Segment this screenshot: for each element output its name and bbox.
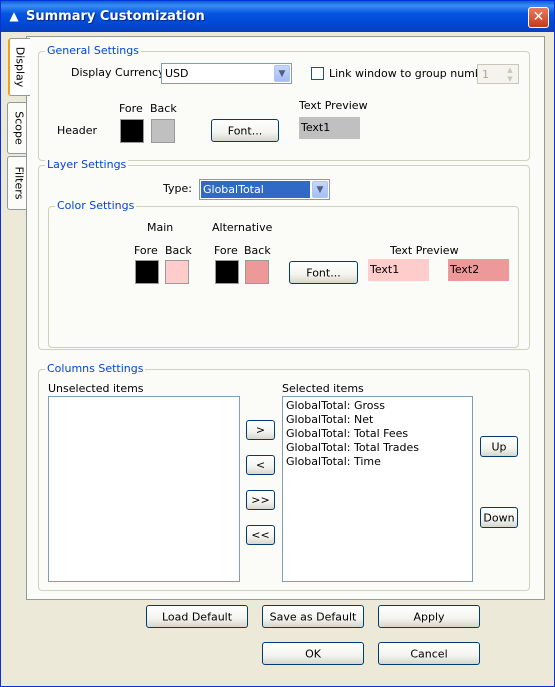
save-as-default-button[interactable]: Save as Default xyxy=(262,605,364,628)
list-item[interactable]: GlobalTotal: Total Fees xyxy=(286,427,408,440)
selected-items-list[interactable]: GlobalTotal: Gross GlobalTotal: Net Glob… xyxy=(282,396,473,582)
tab-filters-label: Filters xyxy=(12,166,25,200)
save-as-default-label: Save as Default xyxy=(269,610,357,623)
alternative-label: Alternative xyxy=(212,221,273,234)
main-fore-label: Fore xyxy=(134,244,158,257)
add-all-columns-label: >> xyxy=(251,493,270,507)
layer-font-button[interactable]: Font... xyxy=(289,261,358,284)
display-currency-label: Display Currency: xyxy=(71,66,168,79)
unselected-items-list[interactable] xyxy=(48,396,240,582)
layer-font-button-label: Font... xyxy=(306,266,341,279)
color-settings-legend: Color Settings xyxy=(55,199,137,212)
header-fore-label: Fore xyxy=(119,102,143,115)
move-up-label: Up xyxy=(491,440,507,453)
link-window-label: Link window to group number: xyxy=(329,67,497,80)
layer-preview-label: Text Preview xyxy=(390,244,459,257)
load-default-label: Load Default xyxy=(161,610,233,623)
layer-settings-group: Layer Settings Type: GlobalTotal ▼ Color… xyxy=(38,158,530,350)
remove-all-columns-label: << xyxy=(251,528,270,542)
list-item[interactable]: GlobalTotal: Time xyxy=(286,455,381,468)
alt-back-label: Back xyxy=(244,244,271,257)
header-back-label: Back xyxy=(150,102,177,115)
apply-label: Apply xyxy=(413,610,445,623)
group-number-spinner[interactable]: 1 ▲ ▼ xyxy=(477,64,519,84)
color-settings-group: Color Settings Main Alternative Fore Bac… xyxy=(48,199,519,348)
remove-all-columns-button[interactable]: << xyxy=(246,525,275,545)
header-back-color-swatch[interactable] xyxy=(151,119,175,143)
dialog-client: Display Scope Filters General Settings D… xyxy=(4,32,551,684)
spin-down-icon[interactable]: ▼ xyxy=(503,75,517,83)
remove-column-button[interactable]: < xyxy=(246,455,275,475)
layer-type-label: Type: xyxy=(163,182,192,195)
main-back-label: Back xyxy=(165,244,192,257)
main-back-color-swatch[interactable] xyxy=(165,260,189,284)
unselected-items-label: Unselected items xyxy=(48,382,144,395)
move-up-button[interactable]: Up xyxy=(480,436,518,457)
display-tab-panel: General Settings Display Currency: USD ▼… xyxy=(26,36,545,600)
close-button[interactable]: ✕ xyxy=(528,7,549,28)
header-preview-label: Text Preview xyxy=(299,99,368,112)
header-text-preview: Text1 xyxy=(299,117,360,139)
cancel-button[interactable]: Cancel xyxy=(378,642,480,665)
group-number-value: 1 xyxy=(482,68,489,81)
tab-scope-label: Scope xyxy=(12,111,25,145)
move-down-label: Down xyxy=(483,511,515,524)
main-label: Main xyxy=(147,221,174,234)
layer-preview-text2: Text2 xyxy=(448,259,509,281)
ok-label: OK xyxy=(305,647,321,660)
ok-button[interactable]: OK xyxy=(262,642,364,665)
list-item[interactable]: GlobalTotal: Net xyxy=(286,413,373,426)
tab-display[interactable]: Display xyxy=(8,38,30,96)
display-currency-select[interactable]: USD ▼ xyxy=(161,63,292,84)
columns-settings-legend: Columns Settings xyxy=(45,362,146,375)
load-default-button[interactable]: Load Default xyxy=(146,605,248,628)
layer-preview-text1: Text1 xyxy=(368,259,429,281)
main-fore-color-swatch[interactable] xyxy=(135,260,159,284)
alt-fore-label: Fore xyxy=(214,244,238,257)
chevron-down-icon[interactable]: ▼ xyxy=(312,181,328,198)
add-column-label: > xyxy=(255,423,266,437)
link-window-checkbox[interactable] xyxy=(311,67,324,80)
alt-fore-color-swatch[interactable] xyxy=(215,260,239,284)
title-bar[interactable]: ▲ Summary Customization ✕ xyxy=(1,1,554,32)
layer-type-value: GlobalTotal xyxy=(201,181,310,198)
layer-settings-legend: Layer Settings xyxy=(45,158,129,171)
layer-type-select[interactable]: GlobalTotal ▼ xyxy=(199,179,330,200)
general-settings-legend: General Settings xyxy=(45,44,141,57)
tab-display-label: Display xyxy=(13,46,27,88)
cancel-label: Cancel xyxy=(410,647,448,660)
header-font-button[interactable]: Font... xyxy=(211,119,279,142)
list-item[interactable]: GlobalTotal: Total Trades xyxy=(286,441,419,454)
add-column-button[interactable]: > xyxy=(246,420,275,440)
list-item[interactable]: GlobalTotal: Gross xyxy=(286,399,385,412)
columns-settings-group: Columns Settings Unselected items > < >>… xyxy=(38,362,530,591)
app-icon: ▲ xyxy=(9,9,19,23)
chevron-down-icon[interactable]: ▼ xyxy=(274,65,290,82)
remove-column-label: < xyxy=(255,458,266,472)
apply-button[interactable]: Apply xyxy=(378,605,480,628)
header-label: Header xyxy=(57,124,98,137)
move-down-button[interactable]: Down xyxy=(480,507,518,528)
add-all-columns-button[interactable]: >> xyxy=(246,490,275,510)
header-font-button-label: Font... xyxy=(227,124,263,137)
window-title: Summary Customization xyxy=(26,9,205,24)
display-currency-value: USD xyxy=(165,67,189,80)
alt-back-color-swatch[interactable] xyxy=(245,260,269,284)
close-icon: ✕ xyxy=(532,9,545,25)
header-fore-color-swatch[interactable] xyxy=(120,119,144,143)
summary-customization-window: ▲ Summary Customization ✕ Display Scope … xyxy=(0,0,555,687)
general-settings-group: General Settings Display Currency: USD ▼… xyxy=(38,44,530,161)
selected-items-label: Selected items xyxy=(282,382,364,395)
spin-up-icon[interactable]: ▲ xyxy=(503,66,517,74)
